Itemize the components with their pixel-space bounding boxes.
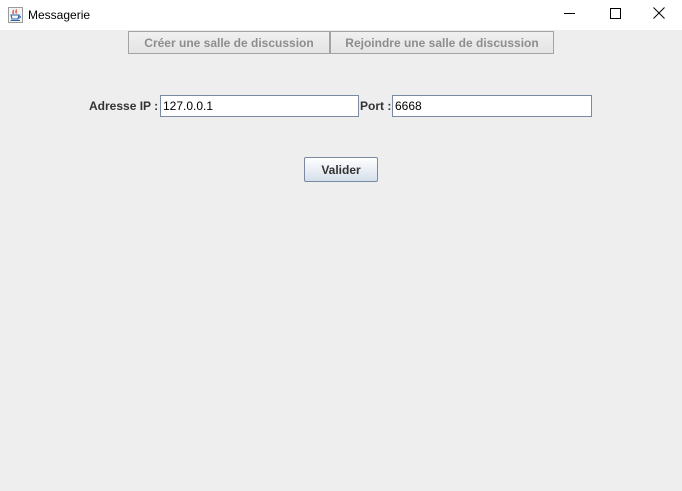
close-icon	[653, 6, 665, 24]
maximize-icon	[609, 6, 621, 24]
create-room-button[interactable]: Créer une salle de discussion	[128, 31, 330, 54]
ip-address-input[interactable]	[160, 95, 359, 117]
java-cup-icon	[8, 7, 23, 23]
messagerie-window: Messagerie Créer une salle de discussion…	[0, 0, 682, 491]
minimize-icon	[563, 6, 575, 24]
port-label: Port :	[360, 99, 392, 113]
close-button[interactable]	[636, 0, 682, 30]
ip-address-label: Adresse IP :	[89, 99, 159, 113]
window-title: Messagerie	[28, 8, 91, 22]
title-bar: Messagerie	[0, 0, 682, 30]
validate-button[interactable]: Valider	[304, 157, 378, 182]
join-room-button[interactable]: Rejoindre une salle de discussion	[330, 31, 554, 54]
port-input[interactable]	[392, 95, 592, 117]
maximize-button[interactable]	[592, 0, 638, 30]
minimize-button[interactable]	[546, 0, 592, 30]
